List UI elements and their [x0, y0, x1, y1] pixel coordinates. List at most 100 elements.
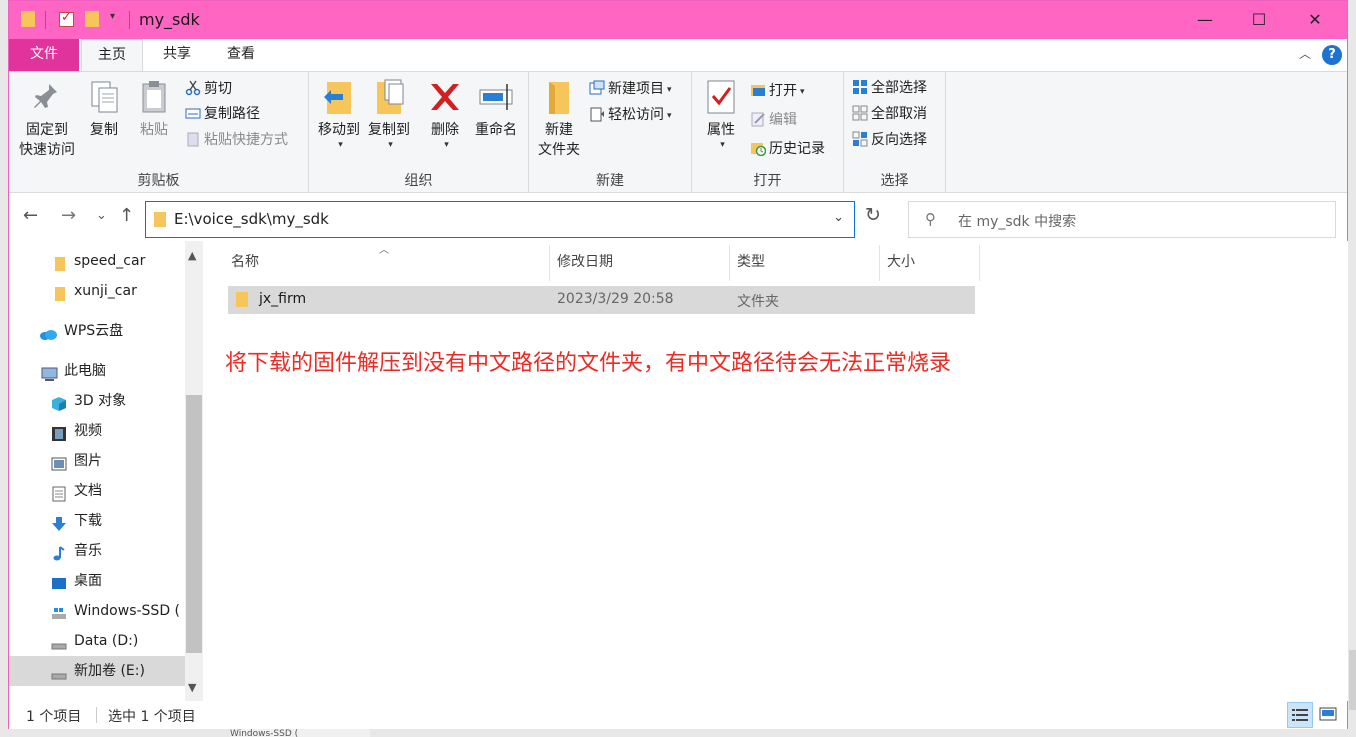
- scroll-down-icon[interactable]: ▼: [188, 681, 196, 694]
- tab-view[interactable]: 查看: [213, 39, 269, 71]
- nav-item-new-volume-e[interactable]: 新加卷 (E:): [9, 656, 185, 686]
- close-button[interactable]: ✕: [1292, 1, 1338, 39]
- scroll-up-icon[interactable]: ▲: [188, 249, 196, 262]
- nav-item-label: 新加卷 (E:): [74, 663, 145, 679]
- select-all-button[interactable]: 全部选择: [852, 77, 927, 99]
- edit-button[interactable]: 编辑: [750, 109, 797, 131]
- file-row[interactable]: jx_firm 2023/3/29 20:58 文件夹: [228, 286, 975, 314]
- search-placeholder[interactable]: 在 my_sdk 中搜索: [958, 211, 1076, 231]
- column-header-date[interactable]: 修改日期: [549, 251, 729, 275]
- file-name[interactable]: jx_firm: [259, 291, 306, 307]
- refresh-button[interactable]: ↻: [865, 204, 881, 226]
- cloud-icon: [39, 323, 57, 340]
- large-icons-view-button[interactable]: [1316, 702, 1342, 728]
- nav-item-downloads[interactable]: 下载: [9, 506, 185, 536]
- group-clipboard: 固定到 快速访问 复制 粘贴 剪切 复制路径 粘贴快捷方式 剪贴板: [9, 72, 309, 192]
- column-header-size[interactable]: 大小: [879, 251, 979, 275]
- copy-label: 复制: [90, 122, 118, 138]
- quick-access-dropdown-icon[interactable]: ▾: [110, 11, 115, 22]
- paste-shortcut-button[interactable]: 粘贴快捷方式: [185, 129, 288, 151]
- folder-icon: [53, 283, 69, 301]
- rename-icon: [478, 78, 514, 116]
- rename-button[interactable]: 重命名: [471, 78, 521, 140]
- nav-item-music[interactable]: 音乐: [9, 536, 185, 566]
- history-button[interactable]: 历史记录: [750, 138, 825, 160]
- nav-item-speed-car[interactable]: speed_car: [9, 246, 185, 276]
- copy-button[interactable]: 复制: [83, 78, 125, 140]
- cut-button[interactable]: 剪切: [185, 78, 232, 100]
- group-label-clipboard: 剪贴板: [137, 173, 180, 189]
- history-icon: [750, 140, 767, 157]
- ribbon: 固定到 快速访问 复制 粘贴 剪切 复制路径 粘贴快捷方式 剪贴板 移动到 ▾ …: [9, 71, 1347, 193]
- address-path[interactable]: E:\voice_sdk\my_sdk: [174, 210, 329, 228]
- nav-item-label: 文档: [74, 483, 102, 499]
- details-view-button[interactable]: [1287, 702, 1313, 728]
- tab-file[interactable]: 文件: [9, 39, 79, 71]
- nav-item-this-pc[interactable]: 此电脑: [9, 356, 185, 386]
- pin-quick-access-button[interactable]: 固定到 快速访问: [17, 78, 77, 160]
- new-folder-quick-icon[interactable]: [85, 11, 99, 27]
- navigation-pane: speed_car xunji_car WPS云盘 此电脑 3D 对象 视频 图…: [9, 241, 203, 701]
- group-organize: 移动到 ▾ 复制到 ▾ 删除 ▾ 重命名 组织: [309, 72, 529, 192]
- cut-label: 剪切: [204, 81, 232, 97]
- tab-home[interactable]: 主页: [81, 39, 143, 71]
- nav-item-3d-objects[interactable]: 3D 对象: [9, 386, 185, 416]
- explorer-window: ▾ my_sdk — ☐ ✕ 文件 主页 共享 查看 ︿ ? 固定到 快速访问: [8, 0, 1348, 729]
- address-bar[interactable]: E:\voice_sdk\my_sdk ⌄: [145, 201, 855, 238]
- nav-item-data-d[interactable]: Data (D:): [9, 626, 185, 656]
- collapse-ribbon-icon[interactable]: ︿: [1299, 45, 1311, 62]
- open-button[interactable]: 打开 ▾: [750, 80, 805, 102]
- new-folder-button[interactable]: 新建 文件夹: [533, 78, 585, 160]
- folder-icon: [236, 292, 248, 307]
- minimize-button[interactable]: —: [1182, 1, 1228, 39]
- nav-item-pictures[interactable]: 图片: [9, 446, 185, 476]
- select-none-button[interactable]: 全部取消: [852, 103, 927, 125]
- properties-check-icon[interactable]: [59, 10, 74, 27]
- recent-locations-button[interactable]: ⌄: [96, 208, 107, 223]
- nav-item-videos[interactable]: 视频: [9, 416, 185, 446]
- help-icon[interactable]: ?: [1322, 45, 1342, 65]
- folder-icon: [154, 212, 166, 227]
- new-item-button[interactable]: 新建项目 ▾: [589, 78, 672, 100]
- nav-item-desktop[interactable]: 桌面: [9, 566, 185, 596]
- properties-dropdown-icon: ▾: [720, 140, 725, 150]
- search-box[interactable]: ⚲ 在 my_sdk 中搜索: [908, 201, 1336, 238]
- chevron-down-icon[interactable]: ⌄: [833, 210, 844, 225]
- copy-path-button[interactable]: 复制路径: [185, 103, 260, 125]
- forward-button[interactable]: →: [61, 205, 76, 226]
- open-folder-icon: [750, 82, 766, 98]
- nav-item-documents[interactable]: 文档: [9, 476, 185, 506]
- properties-label: 属性: [707, 122, 735, 138]
- easy-access-icon: [589, 106, 605, 122]
- paste-button[interactable]: 粘贴: [133, 78, 175, 140]
- pin-label-line2: 快速访问: [19, 142, 75, 158]
- column-header-name[interactable]: 名称: [223, 251, 549, 275]
- film-icon: [51, 423, 67, 441]
- copy-to-button[interactable]: 复制到 ▾: [365, 78, 413, 150]
- paste-label: 粘贴: [140, 122, 168, 138]
- navigation-bar: ← → ⌄ ↑ E:\voice_sdk\my_sdk ⌄ ↻ ⚲ 在 my_s…: [9, 193, 1347, 241]
- column-separator[interactable]: [979, 245, 980, 281]
- delete-button[interactable]: 删除 ▾: [425, 78, 465, 150]
- drive-icon: [51, 663, 67, 680]
- nav-item-xunji-car[interactable]: xunji_car: [9, 276, 185, 306]
- scroll-thumb[interactable]: [186, 395, 202, 653]
- column-header-type[interactable]: 类型: [729, 251, 879, 275]
- new-folder-icon: [541, 78, 577, 116]
- easy-access-label: 轻松访问: [608, 107, 664, 123]
- nav-item-windows-ssd[interactable]: Windows-SSD (: [9, 596, 185, 626]
- computer-icon: [41, 363, 58, 381]
- group-label-select: 选择: [880, 173, 909, 189]
- easy-access-button[interactable]: 轻松访问 ▾: [589, 104, 672, 126]
- nav-pane-scrollbar[interactable]: ▲ ▼: [185, 241, 203, 701]
- details-view-icon: [1292, 709, 1308, 721]
- maximize-button[interactable]: ☐: [1236, 1, 1282, 39]
- back-button[interactable]: ←: [23, 205, 38, 226]
- nav-item-wps-cloud[interactable]: WPS云盘: [9, 316, 185, 346]
- tab-share[interactable]: 共享: [149, 39, 205, 71]
- invert-selection-button[interactable]: 反向选择: [852, 129, 927, 151]
- properties-button[interactable]: 属性 ▾: [700, 78, 742, 150]
- up-button[interactable]: ↑: [119, 205, 134, 226]
- nav-item-label: 音乐: [74, 543, 102, 559]
- move-to-button[interactable]: 移动到 ▾: [315, 78, 363, 150]
